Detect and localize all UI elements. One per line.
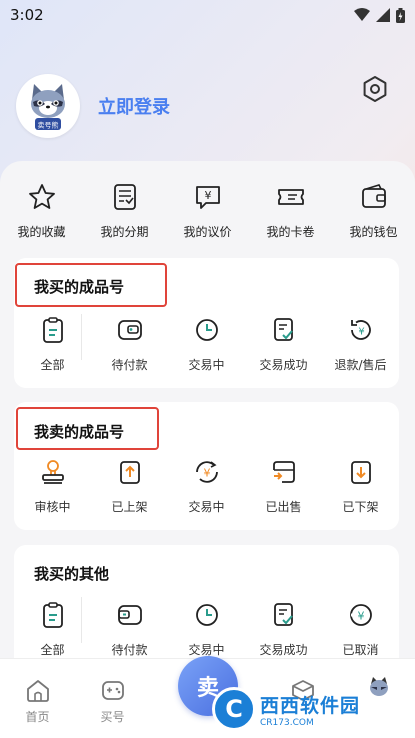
quick-favorites-label: 我的收藏	[17, 225, 66, 239]
buy-orders-card: 我买的成品号 全部 待付款 交易中 交易成功 ¥ 退款/售后	[14, 258, 399, 388]
wallet-icon	[117, 320, 142, 340]
watermark-logo: C	[212, 687, 256, 731]
sell-delisted[interactable]: 已下架	[322, 458, 399, 515]
gamepad-icon	[101, 681, 124, 700]
other-status-row: 全部 待付款 交易中 交易成功 ¥ 已取消	[14, 601, 399, 658]
quick-installment[interactable]: 我的分期	[83, 182, 166, 242]
quick-coupon[interactable]: 我的卡卷	[249, 182, 332, 242]
other-all[interactable]: 全部	[14, 601, 91, 658]
other-in-transaction[interactable]: 交易中	[168, 601, 245, 658]
home-icon	[26, 680, 49, 702]
installment-icon	[113, 184, 136, 210]
other-success-label: 交易成功	[259, 643, 308, 657]
watermark-domain: CR173.COM	[260, 717, 314, 728]
yuan-cancel-icon: ¥	[349, 604, 372, 626]
tab-buy[interactable]: 买号	[75, 659, 150, 738]
status-bar: 3:02	[0, 0, 415, 30]
buy-refund-label: 退款/售后	[334, 358, 387, 372]
sell-reviewing-label: 审核中	[34, 500, 71, 514]
login-link[interactable]: 立即登录	[98, 93, 170, 119]
watermark: C 西西软件园 CR173.COM	[212, 684, 412, 734]
sell-status-row: 审核中 已上架 ¥ 交易中 已出售 已下架	[14, 458, 399, 515]
sold-icon	[272, 461, 295, 483]
watermark-name: 西西软件园	[260, 694, 361, 717]
sell-in-transaction-label: 交易中	[188, 500, 225, 514]
watermark-mark: C	[225, 695, 243, 723]
quick-wallet-label: 我的钱包	[349, 225, 398, 239]
avatar-badge-text: 卖号熊	[38, 121, 59, 130]
buy-pending-payment[interactable]: 待付款	[91, 316, 168, 373]
battery-icon	[396, 7, 405, 23]
buy-section-title: 我买的成品号	[34, 278, 125, 296]
quick-coupon-label: 我的卡卷	[266, 225, 315, 239]
coupon-icon	[277, 189, 304, 205]
other-orders-card: 我买的其他 全部 待付款 交易中 交易成功 ¥ 已取消	[14, 545, 399, 670]
quick-actions: 我的收藏 我的分期 ¥ 我的议价 我的卡卷 我的钱包	[0, 182, 415, 242]
sell-reviewing[interactable]: 审核中	[14, 458, 91, 515]
sell-in-transaction[interactable]: ¥ 交易中	[168, 458, 245, 515]
stamp-icon	[41, 460, 64, 484]
yuan-cycle-icon: ¥	[195, 461, 218, 483]
svg-text:¥: ¥	[358, 327, 364, 338]
download-icon	[350, 461, 371, 484]
other-section-title: 我买的其他	[34, 565, 110, 583]
other-cancelled[interactable]: ¥ 已取消	[322, 601, 399, 658]
buy-all-label: 全部	[40, 358, 65, 372]
buy-status-row: 全部 待付款 交易中 交易成功 ¥ 退款/售后	[14, 316, 399, 373]
other-cancelled-label: 已取消	[342, 643, 379, 657]
check-doc-icon	[273, 318, 293, 341]
wallet-icon	[117, 605, 142, 625]
bargain-icon: ¥	[195, 186, 220, 209]
svg-text:¥: ¥	[203, 467, 210, 480]
svg-text:¥: ¥	[204, 189, 211, 202]
raccoon-avatar-icon: 卖号熊	[31, 84, 65, 130]
profile-header[interactable]: 卖号熊 立即登录	[16, 74, 170, 138]
star-icon	[28, 184, 55, 209]
quick-wallet[interactable]: 我的钱包	[332, 182, 415, 242]
wifi-icon	[354, 8, 370, 21]
settings-icon[interactable]	[360, 74, 390, 104]
tab-home[interactable]: 首页	[0, 659, 75, 738]
svg-text:¥: ¥	[357, 610, 364, 623]
sell-orders-card: 我卖的成品号 审核中 已上架 ¥ 交易中 已出售 已下架	[14, 402, 399, 530]
quick-bargain-label: 我的议价	[183, 225, 232, 239]
tab-buy-label: 买号	[100, 710, 125, 724]
clipboard-icon	[42, 602, 63, 628]
buy-all[interactable]: 全部	[14, 316, 91, 373]
quick-bargain[interactable]: ¥ 我的议价	[166, 182, 249, 242]
other-pending-payment[interactable]: 待付款	[91, 601, 168, 658]
sell-listed[interactable]: 已上架	[91, 458, 168, 515]
buy-pending-payment-label: 待付款	[111, 358, 148, 372]
sell-listed-label: 已上架	[111, 500, 148, 514]
wallet-icon	[361, 184, 386, 208]
buy-success-label: 交易成功	[259, 358, 308, 372]
status-time: 3:02	[10, 6, 44, 24]
clock-icon	[195, 319, 218, 341]
buy-in-transaction-label: 交易中	[188, 358, 225, 372]
quick-installment-label: 我的分期	[100, 225, 149, 239]
sell-sold[interactable]: 已出售	[245, 458, 322, 515]
buy-refund[interactable]: ¥ 退款/售后	[322, 316, 399, 373]
signal-icon	[376, 8, 390, 22]
other-pending-payment-label: 待付款	[111, 643, 148, 657]
clipboard-icon	[42, 317, 63, 343]
buy-in-transaction[interactable]: 交易中	[168, 316, 245, 373]
refund-icon: ¥	[350, 320, 371, 340]
sell-section-title: 我卖的成品号	[34, 423, 125, 441]
tab-home-label: 首页	[25, 710, 50, 724]
sell-sold-label: 已出售	[265, 500, 302, 514]
buy-success[interactable]: 交易成功	[245, 316, 322, 373]
other-all-label: 全部	[40, 643, 65, 657]
quick-favorites[interactable]: 我的收藏	[0, 182, 83, 242]
check-doc-icon	[273, 603, 293, 626]
upload-icon	[119, 461, 140, 484]
sell-delisted-label: 已下架	[342, 500, 379, 514]
other-success[interactable]: 交易成功	[245, 601, 322, 658]
clock-icon	[195, 604, 218, 626]
avatar[interactable]: 卖号熊	[16, 74, 80, 138]
